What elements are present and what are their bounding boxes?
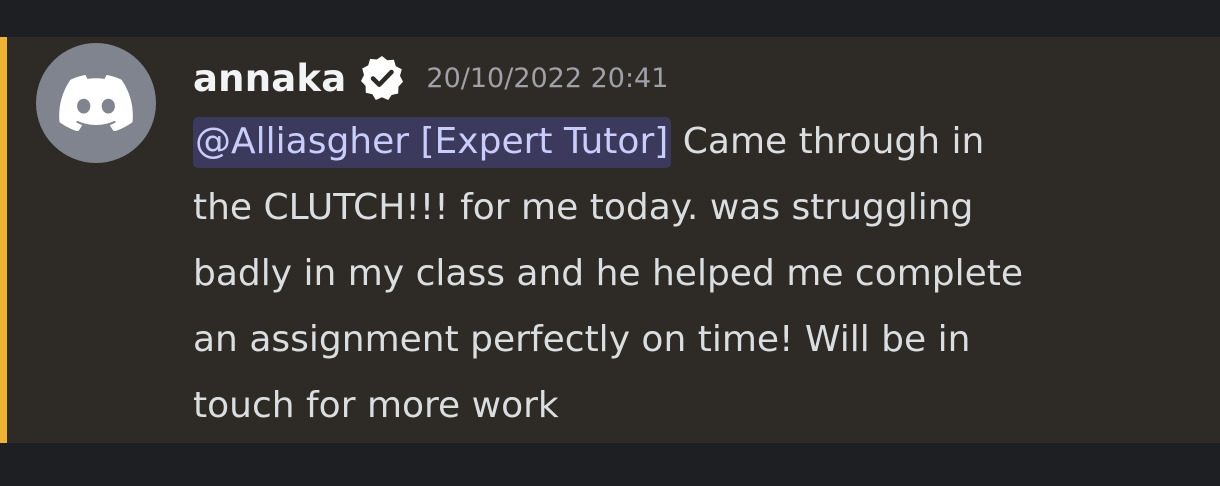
message-content: @Alliasgher [Expert Tutor] Came through …: [193, 109, 1183, 439]
avatar[interactable]: [36, 43, 156, 163]
verified-badge-icon[interactable]: [358, 54, 406, 102]
message-text: the CLUTCH!!! for me today. was struggli…: [193, 187, 974, 228]
message-line-1: @Alliasgher [Expert Tutor] Came through …: [193, 109, 1183, 175]
timestamp[interactable]: 20/10/2022 20:41: [426, 63, 668, 94]
top-bar: [0, 0, 1220, 37]
message-header: annaka 20/10/2022 20:41: [193, 55, 668, 101]
user-mention[interactable]: @Alliasgher [Expert Tutor]: [193, 117, 672, 168]
chat-message[interactable]: annaka 20/10/2022 20:41 @Alliasgher [Exp…: [0, 37, 1220, 443]
discord-logo-icon: [59, 75, 133, 131]
username[interactable]: annaka: [193, 57, 346, 100]
message-text: touch for more work: [193, 385, 559, 426]
message-text: an assignment perfectly on time! Will be…: [193, 319, 971, 360]
message-text: Came through in: [671, 121, 985, 162]
mention-highlight-bar: [0, 37, 7, 443]
message-text: badly in my class and he helped me compl…: [193, 253, 1024, 294]
bottom-bar: [0, 443, 1220, 486]
